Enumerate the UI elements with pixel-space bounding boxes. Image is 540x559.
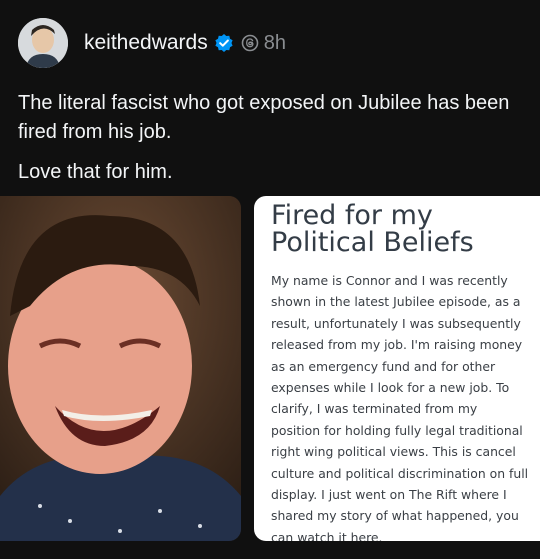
avatar[interactable] <box>18 18 68 68</box>
card-title: Fired for my Political Beliefs <box>271 200 474 258</box>
post-time: 8h <box>263 31 286 54</box>
post-media: Fired for my Political Beliefs My name i… <box>0 196 540 559</box>
post-text: The literal fascist who got exposed on J… <box>18 89 523 198</box>
post-header: keithedwards 8h <box>18 17 286 69</box>
verified-badge-icon <box>215 34 233 52</box>
card-body: My name is Connor and I was recently sho… <box>271 273 529 541</box>
post-text-line: Love that for him. <box>18 161 173 183</box>
threads-icon <box>241 34 259 52</box>
fundraiser-card[interactable]: Fired for my Political Beliefs My name i… <box>254 196 540 541</box>
person-photo[interactable] <box>0 196 241 541</box>
user-info: keithedwards 8h <box>84 31 286 55</box>
username[interactable]: keithedwards <box>84 31 208 55</box>
post-text-line: The literal fascist who got exposed on J… <box>18 92 510 143</box>
